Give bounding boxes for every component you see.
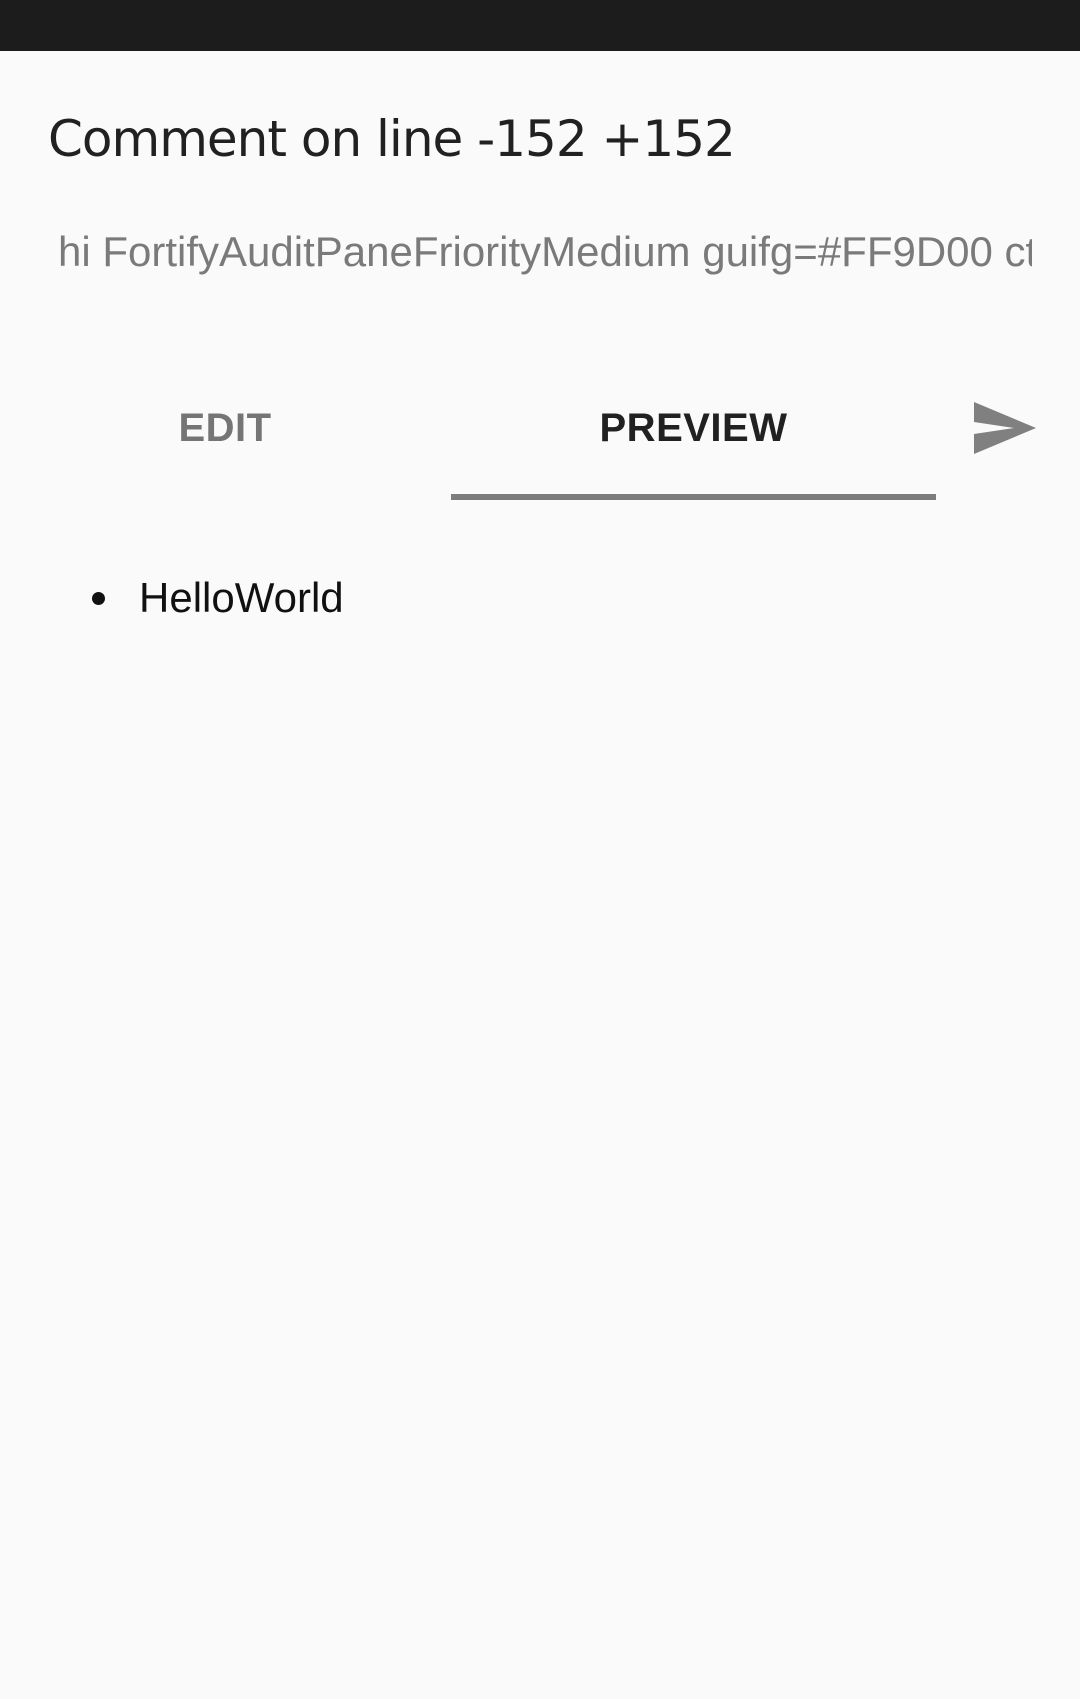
- status-bar: [0, 0, 1080, 51]
- bullet-dot: [92, 591, 105, 605]
- tab-edit-label: EDIT: [178, 406, 272, 450]
- send-button[interactable]: [960, 388, 1050, 468]
- tab-preview[interactable]: PREVIEW: [451, 372, 936, 500]
- list-item: HelloWorld: [92, 570, 344, 626]
- tab-preview-label: PREVIEW: [599, 406, 788, 450]
- send-icon: [974, 402, 1036, 454]
- list-item-text: HelloWorld: [139, 574, 344, 621]
- dialog-title: Comment on line -152 +152: [48, 110, 736, 168]
- preview-area: HelloWorld: [0, 540, 1080, 1640]
- tab-bar: EDIT PREVIEW: [0, 372, 1080, 500]
- tab-edit[interactable]: EDIT: [0, 372, 450, 500]
- tab-selected-indicator: [451, 494, 936, 500]
- code-line-text: hi FortifyAuditPaneFriorityMedium guifg=…: [58, 228, 1032, 275]
